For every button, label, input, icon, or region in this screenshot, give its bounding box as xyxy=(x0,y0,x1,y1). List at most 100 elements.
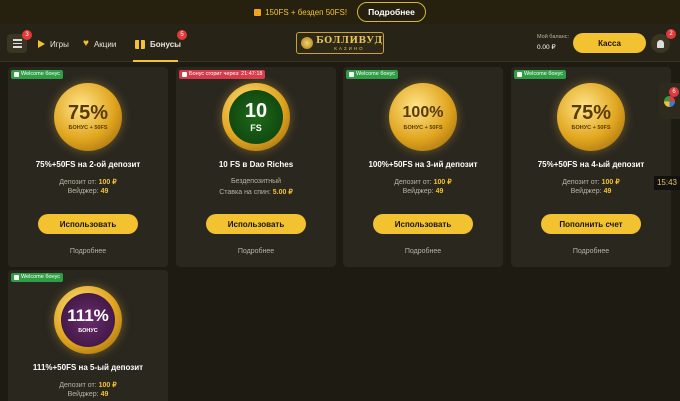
hamburger-icon-line xyxy=(12,46,22,48)
notifications-badge: 2 xyxy=(666,29,676,39)
medallion-subtitle: БОНУС + 50FS xyxy=(403,125,443,131)
deposit-label: Депозит от: xyxy=(394,179,432,186)
bonus-card: Welcome бонус 111% БОНУС 111%+50FS на 5-… xyxy=(8,270,168,401)
use-bonus-button[interactable]: Использовать xyxy=(373,214,473,234)
medallion-subtitle: БОНУС xyxy=(78,328,98,334)
gift-icon xyxy=(182,72,187,77)
medallion-inner: 100% БОНУС + 50FS xyxy=(396,90,450,144)
medallion-subtitle: БОНУС + 50FS xyxy=(68,125,108,131)
medallion-inner: 111% БОНУС xyxy=(61,293,115,347)
deposit-label: Депозит от: xyxy=(562,179,600,186)
balance-label: Мой баланс: xyxy=(537,34,569,40)
bonus-grid: Welcome бонус 75% БОНУС + 50FS 75%+50FS … xyxy=(0,63,680,401)
active-tab-indicator xyxy=(133,60,178,62)
more-link[interactable]: Подробнее xyxy=(8,248,168,255)
promo-bar: 150FS + бездеп 50FS! Подробнее xyxy=(0,0,680,24)
welcome-tag: Welcome бонус xyxy=(11,273,64,282)
wager-value: 49 xyxy=(100,188,109,195)
bonus-medallion: 75% БОНУС + 50FS xyxy=(557,83,625,151)
wager-label: Вейджер: xyxy=(402,188,434,195)
menu-badge: 3 xyxy=(22,30,32,40)
balance: Мой баланс: 0.00 ₽ xyxy=(537,34,569,51)
tag-label: Welcome бонус xyxy=(524,71,564,77)
more-link[interactable]: Подробнее xyxy=(511,248,671,255)
hamburger-icon-line xyxy=(12,39,22,41)
medallion-value: 100% xyxy=(402,104,444,121)
welcome-tag: Welcome бонус xyxy=(346,70,399,79)
card-deposit-line: Депозит от: 100 ₽ xyxy=(343,178,503,186)
bonus-medallion: 100% БОНУС + 50FS xyxy=(389,83,457,151)
medallion-value: 75% xyxy=(67,102,109,124)
bonuses-badge: 5 xyxy=(177,30,187,40)
expiry-tag: Бонус сгорит через: 21:47:18 xyxy=(179,70,266,79)
bonus-medallion: 75% БОНУС + 50FS xyxy=(54,83,122,151)
logo-subtitle: КАЗИНО xyxy=(334,45,365,51)
bonus-card: Welcome бонус 75% БОНУС + 50FS 75%+50FS … xyxy=(511,67,671,267)
side-widget-badge: 6 xyxy=(669,87,679,97)
wager-value: 49 xyxy=(100,391,109,398)
deposit-label: Депозит от: xyxy=(59,382,97,389)
medallion-inner: 75% БОНУС + 50FS xyxy=(61,90,115,144)
medallion-subtitle: БОНУС + 50FS xyxy=(571,125,611,131)
hamburger-icon-line xyxy=(12,42,22,45)
play-icon xyxy=(38,40,45,48)
deposit-button[interactable]: Пополнить счет xyxy=(541,214,641,234)
deposit-value: 100 ₽ xyxy=(601,179,620,186)
card-title: 75%+50FS на 4-ый депозит xyxy=(537,160,645,169)
promo-more-button[interactable]: Подробнее xyxy=(357,2,426,22)
bonus-card: Welcome бонус 100% БОНУС + 50FS 100%+50F… xyxy=(343,67,503,267)
deposit-value: 100 ₽ xyxy=(98,179,117,186)
bonus-card: Бонус сгорит через: 21:47:18 10 FS 10 FS… xyxy=(176,67,336,267)
deposit-label: Депозит от: xyxy=(59,179,97,186)
more-link[interactable]: Подробнее xyxy=(176,248,336,255)
medallion-value: 75% xyxy=(570,102,612,124)
card-title: 111%+50FS на 5-ый депозит xyxy=(32,363,144,372)
cashier-button[interactable]: Касса xyxy=(573,33,646,53)
logo-title: БОЛЛИВУД xyxy=(316,35,383,46)
bonus-medallion: 111% БОНУС xyxy=(54,286,122,354)
card-wager-line: Вейджер: 49 xyxy=(343,188,503,195)
nav-promotions-label: Акции xyxy=(93,39,117,49)
wager-label: Вейджер: xyxy=(67,391,99,398)
casino-logo[interactable]: БОЛЛИВУД КАЗИНО xyxy=(296,32,384,54)
heart-icon: ♥ xyxy=(83,38,89,49)
gift-icon xyxy=(517,72,522,77)
medallion-inner: 75% БОНУС + 50FS xyxy=(564,90,618,144)
wager-value: 49 xyxy=(435,188,444,195)
card-deposit-line: Депозит от: 100 ₽ xyxy=(8,178,168,186)
medallion-value: 10 xyxy=(244,100,268,122)
use-bonus-button[interactable]: Использовать xyxy=(206,214,306,234)
tag-label: Welcome бонус xyxy=(21,274,61,280)
use-bonus-button[interactable]: Использовать xyxy=(38,214,138,234)
gift-icon xyxy=(135,39,145,49)
promo-text: 150FS + бездеп 50FS! xyxy=(265,7,348,17)
card-title: 75%+50FS на 2-ой депозит xyxy=(35,160,141,169)
card-title: 100%+50FS на 3-ий депозит xyxy=(368,160,478,169)
medallion-subtitle: FS xyxy=(250,123,262,133)
more-link[interactable]: Подробнее xyxy=(343,248,503,255)
clock-display: 15:43 xyxy=(654,176,680,190)
wheel-icon xyxy=(664,95,675,107)
nav-bonuses[interactable]: Бонусы xyxy=(135,36,181,52)
bet-value: 5.00 ₽ xyxy=(272,189,293,196)
deposit-value: 100 ₽ xyxy=(98,382,117,389)
wager-value: 49 xyxy=(603,188,612,195)
card-title: 10 FS в Dao Riches xyxy=(218,160,294,169)
card-wager-line: Вейджер: 49 xyxy=(8,391,168,398)
nav-bonuses-label: Бонусы xyxy=(150,39,181,49)
medallion-value: 111% xyxy=(67,306,109,325)
card-type-line: Бездепозитный xyxy=(176,178,336,185)
card-deposit-line: Депозит от: 100 ₽ xyxy=(511,178,671,186)
tag-label: Welcome бонус xyxy=(356,71,396,77)
wager-label: Вейджер: xyxy=(570,188,602,195)
tag-label: Welcome бонус xyxy=(21,71,61,77)
nav-promotions[interactable]: ♥ Акции xyxy=(83,36,116,52)
header: 3 Игры ♥ Акции Бонусы 5 БОЛЛИВУД КАЗИНО … xyxy=(0,24,680,62)
nav-games[interactable]: Игры xyxy=(38,36,69,52)
wager-label: Вейджер: xyxy=(67,188,99,195)
balance-value: 0.00 ₽ xyxy=(537,44,556,51)
card-bet-line: Ставка на спин: 5.00 ₽ xyxy=(176,188,336,196)
bell-icon xyxy=(657,39,664,48)
logo-emblem-icon xyxy=(301,37,313,49)
promo-text-wrap: 150FS + бездеп 50FS! xyxy=(254,8,347,17)
